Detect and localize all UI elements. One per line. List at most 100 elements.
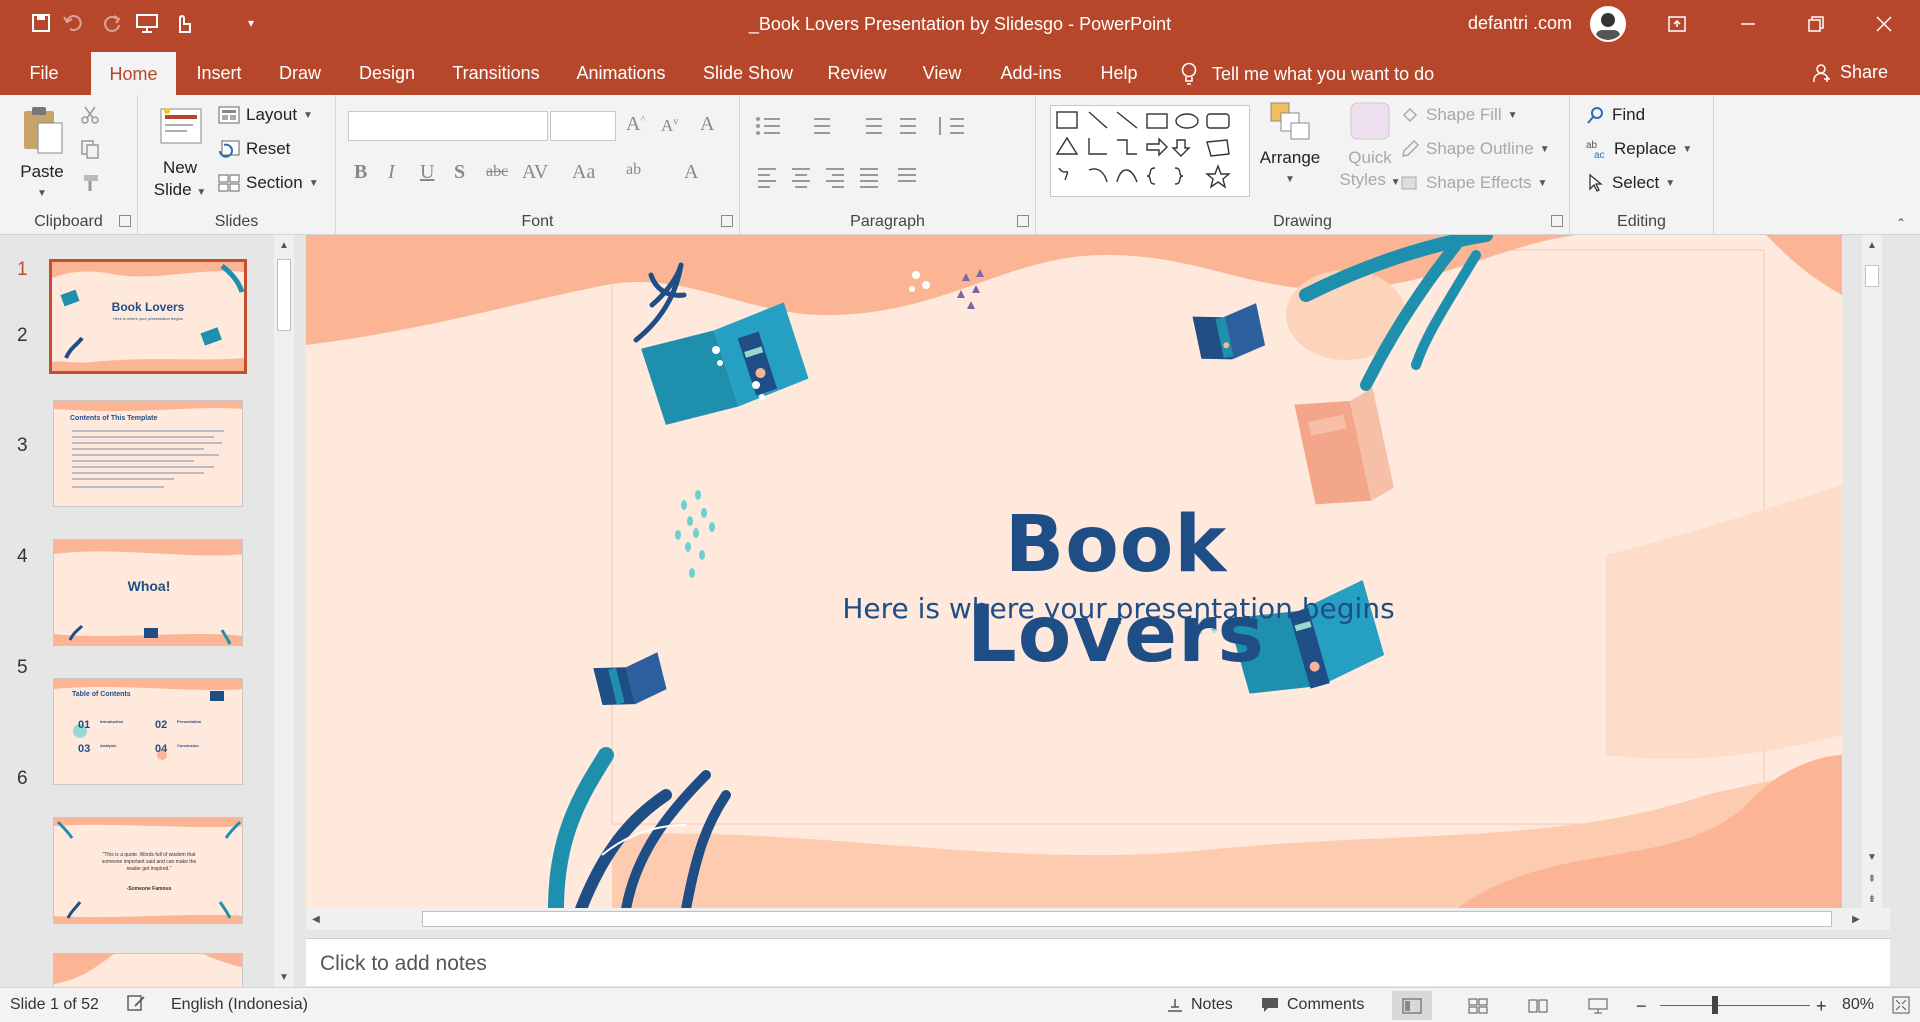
replace-button[interactable]: ab ac Replace ▼ — [1586, 139, 1692, 159]
present-from-start-icon[interactable] — [134, 10, 160, 36]
slide-subtitle[interactable]: Here is where your presentation begins — [826, 592, 1411, 625]
text-shadow-icon[interactable]: S — [454, 161, 465, 184]
clipboard-launcher-icon[interactable]: . — [119, 215, 131, 227]
highlight-color-icon[interactable]: ab — [626, 161, 641, 179]
next-slide-icon[interactable]: ⇟ — [1862, 889, 1882, 909]
slide-thumbnail-1[interactable]: Book Lovers Here is where your presentat… — [49, 259, 247, 374]
user-name[interactable]: defantri .com — [1468, 13, 1572, 34]
paragraph-launcher-icon[interactable]: . — [1017, 215, 1029, 227]
canvas-vertical-scrollbar[interactable]: ▲ ▼ ⇞ ⇟ — [1862, 235, 1882, 909]
shape-effects-button[interactable]: Shape Effects ▼ — [1400, 173, 1547, 193]
paragraph-controls[interactable] — [754, 115, 1024, 205]
slide-title[interactable]: Book Lovers — [866, 500, 1366, 680]
select-button[interactable]: Select ▼ — [1586, 173, 1675, 193]
zoom-slider-thumb[interactable] — [1712, 996, 1718, 1014]
slide-show-view-icon[interactable] — [1578, 991, 1618, 1020]
collapse-ribbon-icon[interactable]: ⌃ — [1896, 216, 1906, 230]
notes-toggle-button[interactable]: Notes — [1166, 996, 1233, 1014]
slide-thumbnail-2[interactable]: Contents of This Template — [53, 400, 243, 507]
previous-slide-icon[interactable]: ⇞ — [1862, 869, 1882, 889]
slide-thumbnail-4[interactable]: Table of Contents 01 02 03 04 Introducti… — [53, 678, 243, 785]
change-case-icon[interactable]: Aa — [572, 161, 595, 184]
tab-slide-show[interactable]: Slide Show — [696, 58, 800, 95]
comments-button[interactable]: Comments — [1260, 996, 1364, 1014]
shape-outline-button[interactable]: Shape Outline ▼ — [1400, 139, 1550, 159]
tab-add-ins[interactable]: Add-ins — [992, 58, 1070, 95]
close-icon[interactable] — [1853, 0, 1915, 48]
tab-insert[interactable]: Insert — [188, 58, 250, 95]
language-indicator[interactable]: English (Indonesia) — [171, 996, 308, 1014]
fit-slide-icon[interactable] — [1892, 996, 1910, 1014]
zoom-level[interactable]: 80% — [1842, 996, 1874, 1014]
tab-design[interactable]: Design — [350, 58, 424, 95]
strikethrough-icon[interactable]: abc — [486, 163, 508, 181]
tab-review[interactable]: Review — [822, 58, 892, 95]
underline-icon[interactable]: U — [420, 161, 434, 184]
zoom-slider[interactable] — [1660, 1005, 1810, 1006]
character-spacing-icon[interactable]: AV — [522, 161, 548, 184]
touch-mode-icon[interactable] — [170, 10, 196, 36]
avatar[interactable] — [1590, 6, 1626, 42]
scroll-up-icon[interactable]: ▲ — [274, 235, 294, 255]
tab-file[interactable]: File — [18, 58, 70, 95]
scroll-thumb[interactable] — [422, 911, 1832, 927]
thumbnails-scrollbar[interactable]: ▲ ▼ — [274, 235, 294, 987]
scroll-thumb[interactable] — [277, 259, 291, 331]
shape-fill-button[interactable]: Shape Fill ▼ — [1400, 105, 1518, 125]
italic-icon[interactable]: I — [388, 161, 395, 184]
decrease-font-size-icon[interactable]: Av — [661, 116, 678, 136]
accessibility-check-icon[interactable] — [126, 994, 146, 1012]
zoom-in-icon[interactable]: + — [1816, 996, 1827, 1017]
scroll-right-icon[interactable]: ▶ — [1846, 909, 1866, 929]
shapes-gallery[interactable] — [1050, 105, 1250, 197]
minimize-icon[interactable] — [1717, 0, 1779, 48]
cut-icon[interactable] — [80, 105, 100, 130]
slide-thumbnail-3[interactable]: Whoa! — [53, 539, 243, 646]
redo-icon[interactable] — [100, 10, 126, 36]
arrange-button[interactable]: Arrange ▼ — [1250, 101, 1330, 191]
reset-button[interactable]: Reset — [218, 139, 290, 159]
section-button[interactable]: Section ▼ — [218, 173, 319, 193]
quick-styles-button[interactable]: Quick Styles ▼ — [1330, 101, 1410, 194]
undo-icon[interactable] — [60, 10, 86, 36]
font-name-combo[interactable] — [348, 111, 548, 141]
scroll-left-icon[interactable]: ◀ — [306, 909, 326, 929]
font-color-icon[interactable]: A — [684, 161, 698, 184]
clear-formatting-icon[interactable]: A — [700, 113, 714, 136]
new-slide-dropdown-icon[interactable]: ▼ — [196, 187, 206, 198]
tab-view[interactable]: View — [914, 58, 970, 95]
zoom-out-icon[interactable]: − — [1636, 996, 1647, 1017]
format-painter-icon[interactable] — [80, 173, 100, 198]
tab-help[interactable]: Help — [1092, 58, 1146, 95]
slide-thumbnail-6[interactable] — [53, 953, 243, 987]
share-button[interactable]: Share — [1812, 62, 1888, 83]
canvas-horizontal-scrollbar[interactable]: ◀ ▶ — [306, 908, 1890, 930]
slide-thumbnail-5[interactable]: "This is a quote. Words full of wisdom t… — [53, 817, 243, 924]
increase-font-size-icon[interactable]: A^ — [626, 113, 645, 136]
scroll-down-icon[interactable]: ▼ — [274, 967, 294, 987]
copy-icon[interactable] — [80, 139, 100, 164]
slide-sorter-view-icon[interactable] — [1458, 991, 1498, 1020]
paste-button[interactable]: Paste ▼ — [12, 103, 72, 205]
scroll-down-icon[interactable]: ▼ — [1862, 847, 1882, 867]
layout-button[interactable]: Layout ▼ — [218, 105, 313, 125]
font-size-combo[interactable] — [550, 111, 616, 141]
find-button[interactable]: Find — [1586, 105, 1645, 125]
drawing-launcher-icon[interactable]: . — [1551, 215, 1563, 227]
tell-me-box[interactable]: Tell me what you want to do — [1180, 62, 1434, 86]
tab-draw[interactable]: Draw — [272, 58, 328, 95]
bold-icon[interactable]: B — [354, 161, 367, 184]
paste-dropdown-icon[interactable]: ▼ — [12, 183, 72, 205]
scroll-up-icon[interactable]: ▲ — [1862, 235, 1882, 255]
new-slide-button[interactable]: New Slide ▼ — [150, 103, 210, 204]
tab-animations[interactable]: Animations — [568, 58, 674, 95]
normal-view-icon[interactable] — [1392, 991, 1432, 1020]
restore-icon[interactable] — [1785, 0, 1847, 48]
scroll-thumb[interactable] — [1865, 265, 1879, 287]
tab-home[interactable]: Home — [91, 52, 176, 95]
tab-transitions[interactable]: Transitions — [446, 58, 546, 95]
customize-qat-icon[interactable]: ▾ — [238, 10, 264, 36]
save-icon[interactable] — [28, 10, 54, 36]
font-launcher-icon[interactable]: . — [721, 215, 733, 227]
reading-view-icon[interactable] — [1518, 991, 1558, 1020]
